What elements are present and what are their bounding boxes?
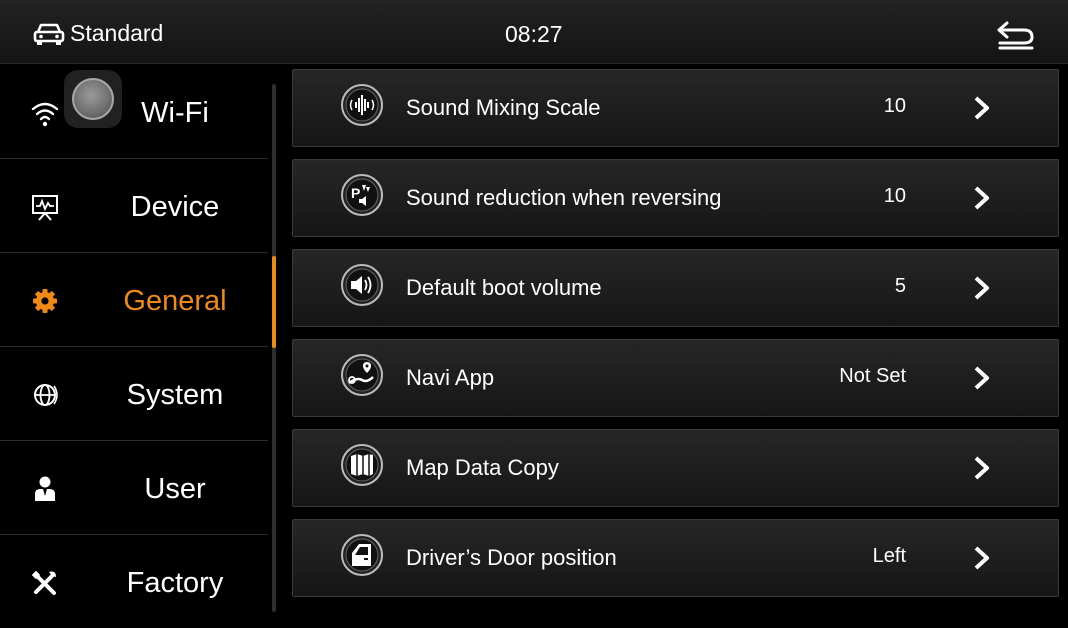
sidebar-scrollbar-thumb[interactable] [272,256,276,348]
setting-row-default-boot-volume[interactable]: Default boot volume 5 [292,249,1059,327]
settings-list: Sound Mixing Scale 10 P Sound reduction … [292,65,1060,628]
setting-label: Default boot volume [406,275,602,300]
sidebar-item-user[interactable]: User [0,441,268,535]
chevron-right-icon [974,546,989,570]
sidebar-item-label: Wi-Fi [141,97,209,129]
setting-label: Map Data Copy [406,455,559,480]
sidebar-item-general[interactable]: General [0,253,268,347]
setting-value: 10 [883,185,906,207]
navigation-icon [341,354,383,396]
setting-label: Sound Mixing Scale [406,95,601,120]
chevron-right-icon [974,276,989,300]
speaker-icon [341,264,383,306]
setting-row-sound-reduction-reversing[interactable]: P Sound reduction when reversing 10 [292,159,1059,237]
car-door-icon [341,534,383,576]
chevron-right-icon [974,366,989,390]
drive-mode: Standard [32,20,163,47]
chevron-right-icon [974,96,989,120]
chevron-right-icon [974,456,989,480]
user-icon [35,476,55,501]
back-icon[interactable] [994,18,1038,52]
setting-value: Left [872,545,906,567]
assistive-touch-button[interactable] [64,70,122,128]
sidebar-scrollbar-track[interactable] [272,84,276,612]
clock: 08:27 [505,21,563,47]
wifi-icon [31,102,59,127]
sidebar-item-device[interactable]: Device [0,159,268,253]
setting-row-sound-mixing-scale[interactable]: Sound Mixing Scale 10 [292,69,1059,147]
sidebar-item-wifi[interactable]: Wi-Fi [0,65,268,159]
sidebar-item-label: General [123,285,227,317]
svg-text:P: P [351,185,360,201]
sidebar-item-factory[interactable]: Factory [0,535,268,628]
sidebar-item-label: User [144,473,206,505]
setting-value: 5 [894,275,906,297]
equalizer-icon [341,84,383,126]
setting-label: Driver’s Door position [406,545,617,570]
setting-value: Not Set [839,365,906,387]
device-icon [32,195,58,221]
globe-icon [34,384,58,406]
gear-icon [33,289,57,313]
assistive-touch-ball [72,78,114,120]
map-icon [341,444,383,486]
status-bar: Standard 08:27 [0,0,1068,64]
drive-mode-label: Standard [70,20,164,46]
setting-value: 10 [883,95,906,117]
tools-icon [31,570,56,595]
parking-sound-icon: P [341,174,383,216]
setting-row-drivers-door-position[interactable]: Driver’s Door position Left [292,519,1059,597]
setting-row-map-data-copy[interactable]: Map Data Copy [292,429,1059,507]
sidebar-item-label: Factory [126,567,224,599]
car-icon [33,23,65,45]
setting-label: Navi App [406,365,495,390]
sidebar-item-label: System [126,379,224,411]
sidebar-item-label: Device [130,191,220,223]
sidebar: Wi-Fi Device General System User Factory [0,65,268,628]
setting-row-navi-app[interactable]: Navi App Not Set [292,339,1059,417]
setting-label: Sound reduction when reversing [406,185,722,210]
sidebar-item-system[interactable]: System [0,347,268,441]
chevron-right-icon [974,186,989,210]
